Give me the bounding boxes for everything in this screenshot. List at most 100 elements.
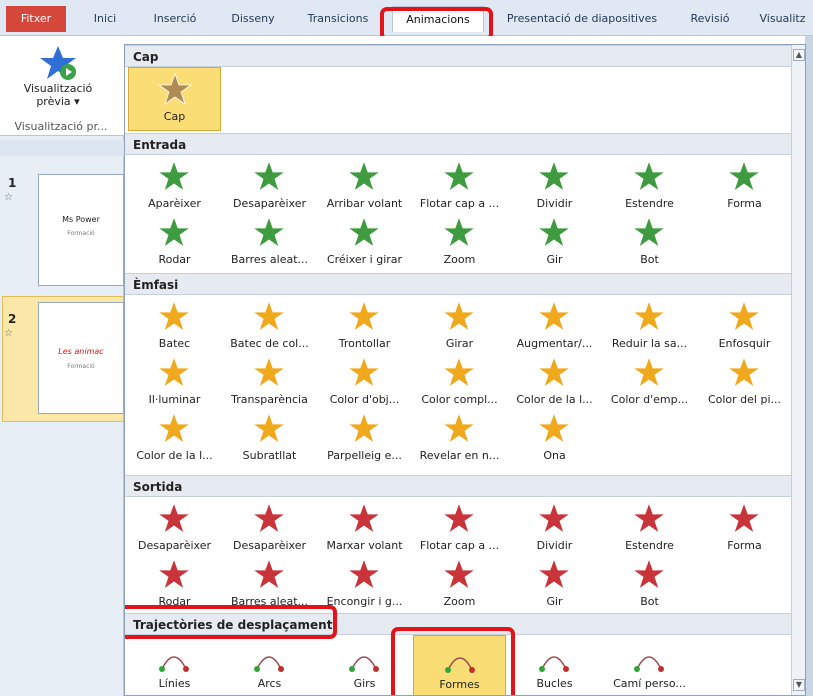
animation-item-label: Estendre [625, 197, 674, 210]
animation-item-entrada[interactable]: Rodar [128, 211, 221, 275]
animation-item-entrada[interactable]: Forma [698, 155, 791, 219]
animation-item-emfasi[interactable]: Color d'obj... [318, 351, 411, 415]
animation-item-entrada[interactable]: Créixer i girar [318, 211, 411, 275]
star-icon [346, 355, 382, 389]
animation-item-label: Créixer i girar [326, 253, 403, 266]
animation-item-label: Color de la l... [516, 393, 593, 406]
slide-thumbnail[interactable]: Ms Power Formació [38, 174, 124, 286]
animation-item-emfasi[interactable]: Girar [413, 295, 506, 359]
animation-item-entrada[interactable]: Gir [508, 211, 601, 275]
scroll-up-button[interactable]: ▲ [793, 49, 805, 61]
animation-item-cap[interactable]: Cap [128, 67, 221, 131]
star-icon [536, 299, 572, 333]
animation-item-emfasi[interactable]: Il·luminar [128, 351, 221, 415]
tab-transitions[interactable]: Transicions [296, 8, 380, 30]
star-icon [251, 355, 287, 389]
animation-item-label: Desaparèixer [138, 539, 211, 552]
animation-item-label: Bot [640, 253, 659, 266]
animation-item-label: Subratllat [242, 449, 297, 462]
animation-item-emfasi[interactable]: Color de la l... [508, 351, 601, 415]
animation-item-emfasi[interactable]: Reduir la sa... [603, 295, 696, 359]
tab-home[interactable]: Inici [80, 8, 130, 30]
animation-item-sortida[interactable]: Bot [603, 553, 696, 617]
animation-item-emfasi[interactable]: Color de la l... [128, 407, 221, 471]
star-icon [346, 557, 382, 591]
path-icon [634, 656, 664, 672]
star-icon [726, 501, 762, 535]
animation-item-label: Revelar en n... [419, 449, 500, 462]
animation-item-entrada[interactable]: Barres aleat... [223, 211, 316, 275]
animation-item-emfasi[interactable]: Transparència [223, 351, 316, 415]
star-icon [536, 215, 572, 249]
animation-item-sortida[interactable]: Marxar volant [318, 497, 411, 561]
animation-item-trajectories[interactable]: Camí perso... [603, 635, 696, 695]
star-icon [156, 215, 192, 249]
animation-item-sortida[interactable]: Desaparèixer [128, 497, 221, 561]
tab-review[interactable]: Revisió [680, 8, 740, 30]
animation-item-entrada[interactable]: Zoom [413, 211, 506, 275]
animation-item-sortida[interactable]: Gir [508, 553, 601, 617]
tab-file[interactable]: Fitxer [6, 6, 66, 32]
animation-item-sortida[interactable]: Estendre [603, 497, 696, 561]
preview-button[interactable]: Visualització prèvia ▾ [8, 44, 108, 108]
scroll-down-button[interactable]: ▼ [793, 679, 805, 691]
animation-item-sortida[interactable]: Forma [698, 497, 791, 561]
slide-animation-icon: ☆ [4, 192, 13, 203]
star-icon [441, 411, 477, 445]
animation-item-entrada[interactable]: Arribar volant [318, 155, 411, 219]
star-icon [441, 159, 477, 193]
animation-item-label: Desaparèixer [233, 539, 306, 552]
animation-item-sortida[interactable]: Dividir [508, 497, 601, 561]
animation-item-emfasi[interactable]: Ona [508, 407, 601, 471]
animation-item-emfasi[interactable]: Batec de col... [223, 295, 316, 359]
tab-slideshow[interactable]: Presentació de diapositives [496, 8, 668, 30]
animation-item-emfasi[interactable]: Enfosquir [698, 295, 791, 359]
animation-item-trajectories[interactable]: Línies [128, 635, 221, 695]
animation-item-entrada[interactable]: Flotar cap a ... [413, 155, 506, 219]
animation-item-emfasi[interactable]: Trontollar [318, 295, 411, 359]
tab-design[interactable]: Disseny [220, 8, 286, 30]
star-icon [251, 215, 287, 249]
slide-number: 1 [8, 176, 17, 190]
slide-thumbnail[interactable]: Les animac Formació [38, 302, 124, 414]
animation-item-label: Reduir la sa... [611, 337, 688, 350]
animation-item-emfasi[interactable]: Subratllat [223, 407, 316, 471]
animation-item-label: Zoom [443, 595, 476, 608]
animation-item-emfasi[interactable]: Color del pi... [698, 351, 791, 415]
animation-item-label: Marxar volant [326, 539, 403, 552]
slides-pane-tabs[interactable] [0, 140, 124, 156]
star-icon [441, 299, 477, 333]
animation-item-emfasi[interactable]: Parpelleig e... [318, 407, 411, 471]
gallery-scrollbar[interactable]: ▲ ▼ [791, 45, 805, 695]
animation-item-emfasi[interactable]: Color d'emp... [603, 351, 696, 415]
animation-item-trajectories[interactable]: Arcs [223, 635, 316, 695]
animation-item-emfasi[interactable]: Revelar en n... [413, 407, 506, 471]
animation-item-sortida[interactable]: Desaparèixer [223, 497, 316, 561]
animation-item-entrada[interactable]: Bot [603, 211, 696, 275]
slide-number: 2 [8, 312, 17, 326]
animation-item-label: Dividir [536, 539, 573, 552]
animation-item-label: Rodar [158, 253, 191, 266]
animation-item-label: Il·luminar [148, 393, 201, 406]
star-icon [156, 501, 192, 535]
animation-item-emfasi[interactable]: Color compl... [413, 351, 506, 415]
star-icon [441, 355, 477, 389]
star-icon [441, 557, 477, 591]
animation-item-emfasi[interactable]: Augmentar/... [508, 295, 601, 359]
animation-item-sortida[interactable]: Flotar cap a ... [413, 497, 506, 561]
animation-item-label: Cap [163, 110, 186, 123]
animation-item-entrada[interactable]: Estendre [603, 155, 696, 219]
animation-item-entrada[interactable]: Dividir [508, 155, 601, 219]
animation-gallery: Cap Entrada Èmfasi Sortida Trajectòries … [124, 44, 806, 696]
slide-title: Ms Power [62, 215, 100, 224]
animation-item-trajectories[interactable]: Bucles [508, 635, 601, 695]
ribbon-tabbar: Fitxer Inici Inserció Disseny Transicion… [0, 0, 813, 41]
animation-item-label: Arcs [257, 677, 282, 690]
animation-item-entrada[interactable]: Aparèixer [128, 155, 221, 219]
animation-item-entrada[interactable]: Desaparèixer [223, 155, 316, 219]
tab-view[interactable]: Visualitz [752, 8, 813, 30]
tab-insert[interactable]: Inserció [140, 8, 210, 30]
animation-item-sortida[interactable]: Zoom [413, 553, 506, 617]
animation-item-label: Flotar cap a ... [419, 197, 500, 210]
animation-item-emfasi[interactable]: Batec [128, 295, 221, 359]
